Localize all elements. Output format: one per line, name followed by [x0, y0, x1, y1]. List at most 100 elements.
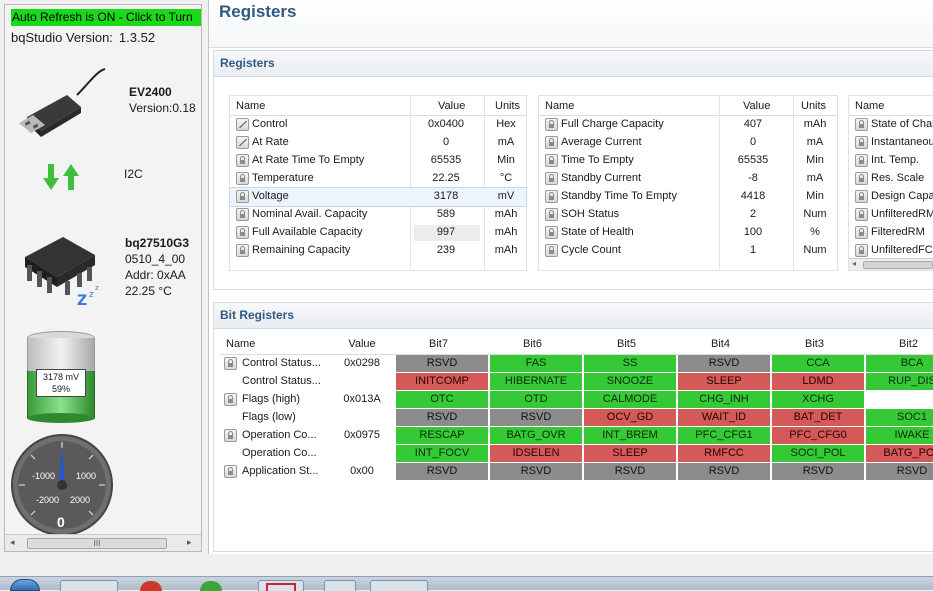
communication-arrows-icon [43, 164, 79, 190]
start-button[interactable] [10, 579, 40, 591]
register-name: State of Health [561, 226, 634, 238]
taskbar-item[interactable] [370, 580, 428, 591]
table-row[interactable]: SOH Status 2 Num [539, 206, 837, 224]
bit-cell[interactable]: SLEEP [678, 373, 771, 390]
scroll-left-icon[interactable]: ◂ [10, 537, 15, 548]
bit-cell[interactable]: PFC_CFG0 [772, 427, 865, 444]
bit-cell[interactable]: XCHG [772, 391, 865, 408]
bit-cell[interactable]: SOCI_POL [772, 445, 865, 462]
bit-cell[interactable]: BCA [866, 355, 933, 372]
bit-cell[interactable]: INT_BREM [584, 427, 677, 444]
table-row[interactable]: Remaining Capacity 239 mAh [230, 242, 526, 260]
table-row[interactable]: Instantaneous [849, 134, 933, 152]
dial-value: 0 [57, 514, 65, 530]
table-row[interactable]: Design Capac [849, 188, 933, 206]
bit-cell[interactable]: CHG_INH [678, 391, 771, 408]
register-name: State of Char [871, 118, 933, 130]
table3-scrollbar[interactable]: ◂ [849, 258, 933, 270]
table-row[interactable]: Average Current 0 mA [539, 134, 837, 152]
bit-cell[interactable]: SLEEP [584, 445, 677, 462]
left-panel-scrollbar[interactable]: ◂ III ▸ [5, 534, 201, 551]
table-row[interactable]: Cycle Count 1 Num [539, 242, 837, 260]
taskbar-item[interactable] [60, 580, 118, 591]
bit-cell[interactable]: RSVD [678, 463, 771, 480]
bit-cell[interactable]: IWAKE [866, 427, 933, 444]
bit-cell[interactable] [866, 391, 933, 408]
bit-register-row[interactable]: Flags (low) RSVD RSVD OCV_GD WAIT_ID BAT_DET S… [220, 409, 933, 427]
register-units: Num [803, 208, 827, 220]
bit-register-row[interactable]: Control Status... INITCOMP HIBERNATE SNOOZE… [220, 373, 933, 391]
bit-register-row[interactable]: Operation Co... 0x0975 RESCAP BATG_OVR INT_B… [220, 427, 933, 445]
bit-cell[interactable]: OCV_GD [584, 409, 677, 426]
lock-icon [545, 118, 558, 131]
bit-cell[interactable]: BATG_OVR [490, 427, 583, 444]
bit-cell[interactable]: RMFCC [678, 445, 771, 462]
table-row[interactable]: At Rate 0 mA [230, 134, 526, 152]
bit-register-row[interactable]: Control Status... 0x0298 RSVD FAS SS RSVD CCA B… [220, 355, 933, 373]
bit-cell[interactable]: INITCOMP [396, 373, 489, 390]
table-row[interactable]: Time To Empty 65535 Min [539, 152, 837, 170]
table-row[interactable]: Int. Temp. [849, 152, 933, 170]
bit-cell[interactable]: HIBERNATE [490, 373, 583, 390]
register-name: Standby Current [561, 172, 642, 184]
bit-cell[interactable]: CCA [772, 355, 865, 372]
bit-cell[interactable]: RSVD [396, 355, 489, 372]
bit-cell[interactable]: RSVD [678, 355, 771, 372]
bit-cell[interactable]: IDSELEN [490, 445, 583, 462]
table-row[interactable]: Full Charge Capacity 407 mAh [539, 116, 837, 134]
bit-cell[interactable]: INT_FOCV [396, 445, 489, 462]
taskbar-item[interactable] [324, 580, 356, 591]
bit-cell[interactable]: BAT_DET [772, 409, 865, 426]
table-row[interactable]: Temperature 22.25 °C [230, 170, 526, 188]
table-row[interactable]: At Rate Time To Empty 65535 Min [230, 152, 526, 170]
lock-icon [236, 244, 249, 257]
table-row[interactable]: Full Available Capacity 997 mAh [230, 224, 526, 242]
table-row[interactable]: Res. Scale [849, 170, 933, 188]
taskbar-item[interactable] [258, 580, 304, 591]
bit-cell[interactable]: RESCAP [396, 427, 489, 444]
table-row[interactable]: Standby Current -8 mA [539, 170, 837, 188]
bit-cell[interactable]: RSVD [772, 463, 865, 480]
bit-cell[interactable]: LDMD [772, 373, 865, 390]
bit-cell[interactable]: RSVD [584, 463, 677, 480]
bit-cell[interactable]: PFC_CFG1 [678, 427, 771, 444]
gauge-info: bq27510G3 0510_4_00 Addr: 0xAA 22.25 °C [125, 235, 189, 299]
gauge-chip-icon: Z z z [25, 237, 99, 307]
table-row[interactable]: FilteredRM [849, 224, 933, 242]
bit-cell[interactable]: WAIT_ID [678, 409, 771, 426]
bit-cell[interactable]: RSVD [490, 463, 583, 480]
bit-cell[interactable]: SOC1 [866, 409, 933, 426]
scroll-left-icon[interactable]: ◂ [852, 259, 856, 268]
table-row[interactable]: State of Char [849, 116, 933, 134]
bit-register-row[interactable]: Application St... 0x00 RSVD RSVD RSVD RSVD RSV… [220, 463, 933, 481]
bit-cell[interactable]: SS [584, 355, 677, 372]
scroll-thumb[interactable]: III [27, 538, 167, 549]
bit-cell[interactable]: RSVD [866, 463, 933, 480]
lock-icon [545, 208, 558, 221]
bit-cell[interactable]: SNOOZE [584, 373, 677, 390]
lock-icon [236, 190, 249, 203]
register-name: Nominal Avail. Capacity [252, 208, 368, 220]
bit-registers-section: Bit Registers Name Value Bit7 Bit6 Bit5 Bit4 B… [213, 302, 933, 552]
bit-cell[interactable]: CALMODE [584, 391, 677, 408]
bit-cell[interactable]: BATG_POL [866, 445, 933, 462]
dial-tick-neg2000: -2000 [36, 495, 59, 505]
table-row[interactable]: Standby Time To Empty 4418 Min [539, 188, 837, 206]
bit-cell[interactable]: RSVD [396, 463, 489, 480]
bit-register-row[interactable]: Flags (high) 0x013A OTC OTD CALMODE CHG_INH XC… [220, 391, 933, 409]
bit-register-row[interactable]: Operation Co... INT_FOCV IDSELEN SLEEP RMFCC… [220, 445, 933, 463]
bit-cell[interactable]: OTD [490, 391, 583, 408]
table-row[interactable]: Control 0x0400 Hex [230, 116, 526, 134]
table-row[interactable]: Nominal Avail. Capacity 589 mAh [230, 206, 526, 224]
bit-cell[interactable]: FAS [490, 355, 583, 372]
table-row[interactable]: Voltage 3178 mV [229, 187, 527, 207]
bit-cell[interactable]: OTC [396, 391, 489, 408]
table-row[interactable]: UnfilteredRM [849, 206, 933, 224]
bit-cell[interactable]: RUP_DIS [866, 373, 933, 390]
bit-cell[interactable]: RSVD [396, 409, 489, 426]
bit-register-name: Operation Co... [242, 447, 317, 459]
bit-cell[interactable]: RSVD [490, 409, 583, 426]
table-row[interactable]: State of Health 100% [539, 224, 837, 242]
auto-refresh-button[interactable]: Auto Refresh is ON - Click to Turn [11, 9, 201, 26]
scroll-right-icon[interactable]: ▸ [187, 537, 192, 548]
